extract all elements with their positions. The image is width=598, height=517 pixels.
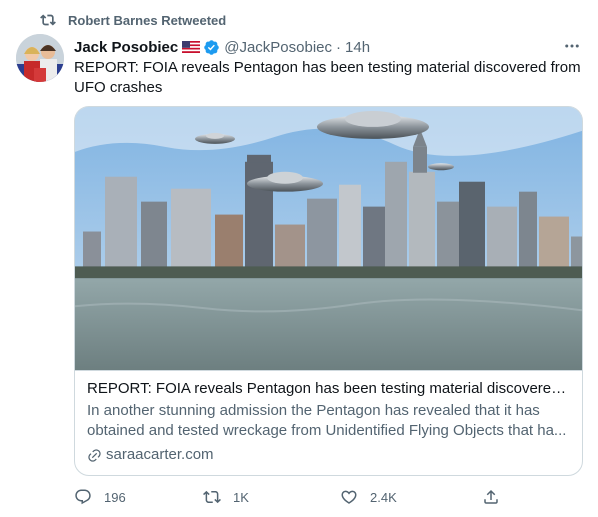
retweet-icon — [40, 14, 56, 26]
retweet-count: 1K — [233, 489, 249, 505]
author-name[interactable]: Jack Posobiec — [74, 39, 178, 56]
tweet-text: REPORT: FOIA reveals Pentagon has been t… — [74, 59, 581, 96]
share-button[interactable] — [482, 486, 500, 508]
more-options-icon — [565, 44, 579, 48]
reply-button[interactable]: 196 — [74, 486, 126, 508]
card-description: In another stunning admission the Pentag… — [87, 402, 567, 439]
retweet-icon — [203, 490, 221, 504]
retweet-button[interactable]: 1K — [203, 486, 249, 508]
card-domain[interactable]: saraacarter.com — [87, 445, 572, 465]
card-domain-text: saraacarter.com — [106, 446, 214, 463]
tweet-header: Jack Posobiec @JackPosobiec · 14h — [74, 37, 370, 57]
retweeted-by-text: Robert Barnes Retweeted — [68, 12, 227, 28]
tweet-timestamp[interactable]: 14h — [345, 39, 370, 56]
verified-badge-icon — [204, 39, 219, 55]
like-count: 2.4K — [370, 489, 397, 505]
link-card[interactable]: REPORT: FOIA reveals Pentagon has been t… — [74, 106, 583, 476]
us-flag-icon — [182, 41, 201, 53]
reply-icon — [75, 489, 91, 505]
avatar[interactable] — [16, 34, 64, 82]
separator-dot: · — [336, 38, 342, 56]
reply-count: 196 — [104, 489, 126, 505]
more-options-button[interactable] — [560, 36, 584, 56]
link-icon — [88, 448, 101, 462]
tweet-actions: 196 1K 2.4K — [74, 486, 504, 508]
retweet-indicator[interactable]: Robert Barnes Retweeted — [40, 11, 226, 29]
author-handle[interactable]: @JackPosobiec — [224, 39, 332, 56]
share-icon — [484, 489, 498, 504]
like-button[interactable]: 2.4K — [340, 486, 397, 508]
heart-icon — [341, 490, 357, 504]
card-title[interactable]: REPORT: FOIA reveals Pentagon has been t… — [87, 379, 572, 399]
card-image — [75, 107, 582, 371]
